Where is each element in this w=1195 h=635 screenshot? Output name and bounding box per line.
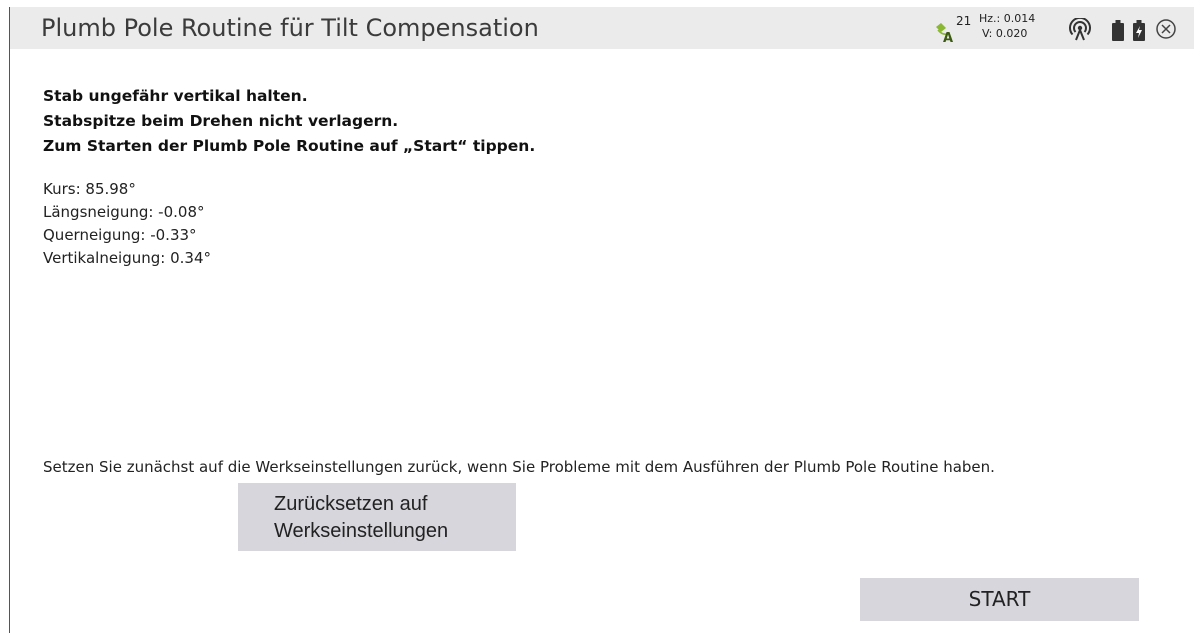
close-icon[interactable] [1154, 17, 1178, 41]
battery-charging-icon[interactable] [1133, 20, 1145, 41]
radio-icon[interactable] [1068, 16, 1092, 42]
instructions: Stab ungefähr vertikal halten. Stabspitz… [43, 84, 535, 159]
status-area: A 21 Hz.: 0.014 V: 0.020 [930, 7, 1194, 49]
satellite-count: 21 [956, 14, 972, 28]
precision-readout[interactable]: Hz.: 0.014 V: 0.020 [979, 11, 1035, 41]
roll-readout: Querneigung: -0.33° [43, 226, 197, 244]
instruction-line: Stabspitze beim Drehen nicht verlagern. [43, 112, 399, 130]
svg-text:A: A [943, 31, 953, 43]
title-bar: Plumb Pole Routine für Tilt Compensation… [10, 7, 1194, 49]
page-title: Plumb Pole Routine für Tilt Compensation [41, 14, 539, 42]
instruction-line: Stab ungefähr vertikal halten. [43, 87, 308, 105]
battery-icon[interactable] [1112, 20, 1124, 41]
hz-precision: Hz.: 0.014 [979, 12, 1036, 25]
app-window: Plumb Pole Routine für Tilt Compensation… [9, 7, 1194, 633]
instruction-line: Zum Starten der Plumb Pole Routine auf „… [43, 137, 536, 155]
pitch-readout: Längsneigung: -0.08° [43, 203, 205, 221]
reset-to-factory-button[interactable]: Zurücksetzen auf Werkseinstellungen [238, 483, 516, 551]
reset-button-label: Zurücksetzen auf Werkseinstellungen [274, 491, 504, 545]
reset-button-label-line2: Werkseinstellungen [274, 520, 449, 542]
sensor-readouts: Kurs: 85.98° Längsneigung: -0.08° Querne… [43, 178, 211, 270]
reset-button-label-line1: Zurücksetzen auf [274, 493, 428, 515]
satellite-icon[interactable]: A [934, 21, 956, 46]
v-precision: V: 0.020 [982, 27, 1028, 40]
vertical-tilt-readout: Vertikalneigung: 0.34° [43, 249, 212, 267]
heading-readout: Kurs: 85.98° [43, 180, 136, 198]
start-button[interactable]: START [860, 578, 1139, 621]
reset-note: Setzen Sie zunächst auf die Werkseinstel… [43, 458, 995, 476]
